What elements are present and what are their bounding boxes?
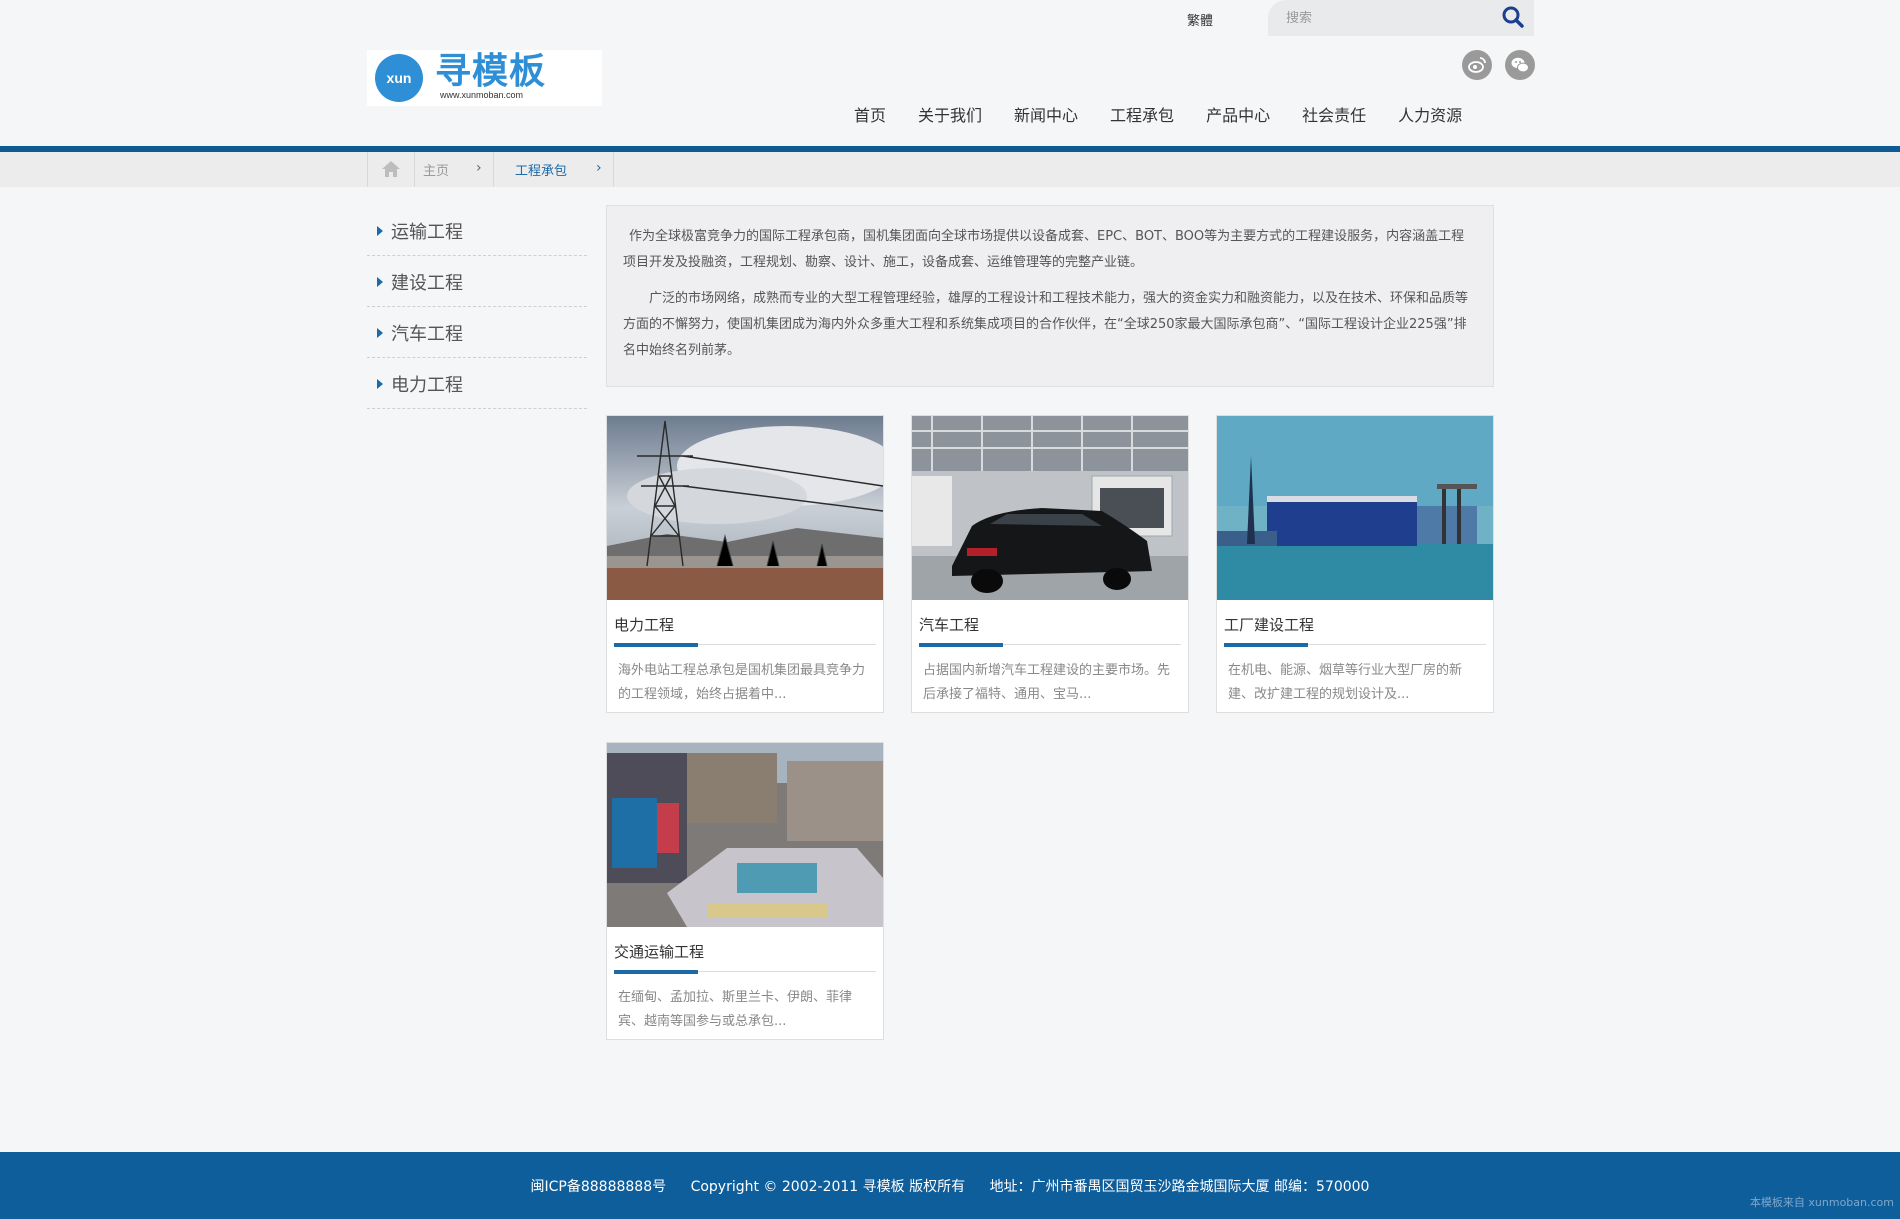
intro-paragraph: 作为全球极富竞争力的国际工程承包商，国机集团面向全球市场提供以设备成套、EPC、… (623, 229, 1465, 270)
logo[interactable]: xun 寻模板 www.xunmoban.com (367, 50, 602, 106)
chevron-right-icon: › (476, 160, 482, 176)
car-workshop-photo (912, 416, 1188, 600)
project-card-automotive[interactable]: 汽车工程 占据国内新增汽车工程建设的主要市场。先后承接了福特、通用、宝马... (911, 415, 1189, 713)
chevron-right-icon: › (596, 160, 602, 176)
project-card-power[interactable]: 电力工程 海外电站工程总承包是国机集团最具竞争力的工程领域，始终占据着中... (606, 415, 884, 713)
site-header: xun 寻模板 www.xunmoban.com 繁體 首页 关于我们 (0, 0, 1900, 146)
card-accent-bar (919, 643, 1003, 647)
sidebar-item-label: 汽车工程 (391, 324, 463, 345)
triangle-right-icon (377, 226, 383, 236)
logo-url: www.xunmoban.com (440, 90, 524, 100)
card-accent-bar (614, 643, 698, 647)
transport-hub-photo (607, 743, 883, 927)
triangle-right-icon (377, 277, 383, 287)
nav-item-products[interactable]: 产品中心 (1190, 104, 1286, 132)
nav-item-hr[interactable]: 人力资源 (1382, 104, 1478, 132)
breadcrumb-home-link[interactable]: 主页 (423, 160, 449, 179)
sidebar-item-power[interactable]: 电力工程 (367, 358, 587, 409)
breadcrumb-current[interactable]: 工程承包 (515, 160, 567, 179)
card-description: 占据国内新增汽车工程建设的主要市场。先后承接了福特、通用、宝马... (923, 663, 1171, 702)
card-title: 电力工程 (614, 616, 675, 634)
card-title: 工厂建设工程 (1224, 616, 1315, 634)
wechat-button[interactable] (1505, 50, 1535, 80)
breadcrumb: 主页 › 工程承包 › (0, 152, 1900, 187)
sidebar-item-automotive[interactable]: 汽车工程 (367, 307, 587, 358)
sidebar-item-label: 运输工程 (391, 222, 463, 243)
main-nav: 首页 关于我们 新闻中心 工程承包 产品中心 社会责任 人力资源 (838, 104, 1478, 132)
search-input[interactable] (1286, 6, 1486, 30)
card-description: 在机电、能源、烟草等行业大型厂房的新建、改扩建工程的规划设计及... (1228, 663, 1463, 702)
traditional-chinese-link[interactable]: 繁體 (1187, 10, 1213, 29)
intro-panel: 作为全球极富竞争力的国际工程承包商，国机集团面向全球市场提供以设备成套、EPC、… (606, 205, 1494, 387)
project-card-transport[interactable]: 交通运输工程 在缅甸、孟加拉、斯里兰卡、伊朗、菲律宾、越南等国参与或总承包... (606, 742, 884, 1040)
site-footer: 闽ICP备88888888号 Copyright © 2002-2011 寻模板… (0, 1152, 1900, 1219)
search-button[interactable] (1500, 5, 1526, 31)
sidebar-item-transport[interactable]: 运输工程 (367, 205, 587, 256)
nav-item-news[interactable]: 新闻中心 (998, 104, 1094, 132)
card-accent-bar (1224, 643, 1308, 647)
nav-item-about[interactable]: 关于我们 (902, 104, 998, 132)
logo-mark: xun (375, 54, 423, 102)
search-icon (1502, 6, 1524, 28)
sidebar-item-construction[interactable]: 建设工程 (367, 256, 587, 307)
copyright-text: Copyright © 2002-2011 寻模板 版权所有 (690, 1179, 966, 1195)
weibo-button[interactable] (1462, 50, 1492, 80)
breadcrumb-divider (493, 152, 494, 187)
triangle-right-icon (377, 328, 383, 338)
nav-item-engineering[interactable]: 工程承包 (1094, 104, 1190, 132)
logo-text: 寻模板 (435, 51, 547, 92)
nav-item-social-responsibility[interactable]: 社会责任 (1286, 104, 1382, 132)
weibo-icon (1468, 57, 1486, 73)
footer-info: 闽ICP备88888888号 Copyright © 2002-2011 寻模板… (0, 1176, 1900, 1196)
card-accent-bar (614, 970, 698, 974)
card-description: 海外电站工程总承包是国机集团最具竞争力的工程领域，始终占据着中... (618, 663, 866, 702)
intro-paragraph: 广泛的市场网络，成熟而专业的大型工程管理经验，雄厚的工程设计和工程技术能力，强大… (623, 291, 1469, 358)
breadcrumb-home-button[interactable] (367, 152, 415, 187)
nav-item-home[interactable]: 首页 (838, 104, 902, 132)
search-box (1268, 0, 1534, 36)
watermark: 本模板来自 xunmoban.com (1749, 1196, 1894, 1209)
power-tower-photo (607, 416, 883, 600)
triangle-right-icon (377, 379, 383, 389)
home-icon (382, 161, 400, 177)
sidebar-item-label: 建设工程 (391, 273, 463, 294)
wechat-icon (1511, 57, 1529, 73)
icp-number: 闽ICP备88888888号 (530, 1179, 667, 1195)
card-title: 汽车工程 (919, 616, 980, 634)
breadcrumb-divider (613, 152, 614, 187)
sidebar-item-label: 电力工程 (391, 375, 463, 396)
project-card-factory[interactable]: 工厂建设工程 在机电、能源、烟草等行业大型厂房的新建、改扩建工程的规划设计及..… (1216, 415, 1494, 713)
card-title: 交通运输工程 (614, 943, 705, 961)
address-text: 地址：广州市番禺区国贸玉沙路金城国际大厦 邮编：570000 (989, 1179, 1370, 1195)
card-description: 在缅甸、孟加拉、斯里兰卡、伊朗、菲律宾、越南等国参与或总承包... (618, 990, 853, 1029)
factory-photo (1217, 416, 1493, 600)
